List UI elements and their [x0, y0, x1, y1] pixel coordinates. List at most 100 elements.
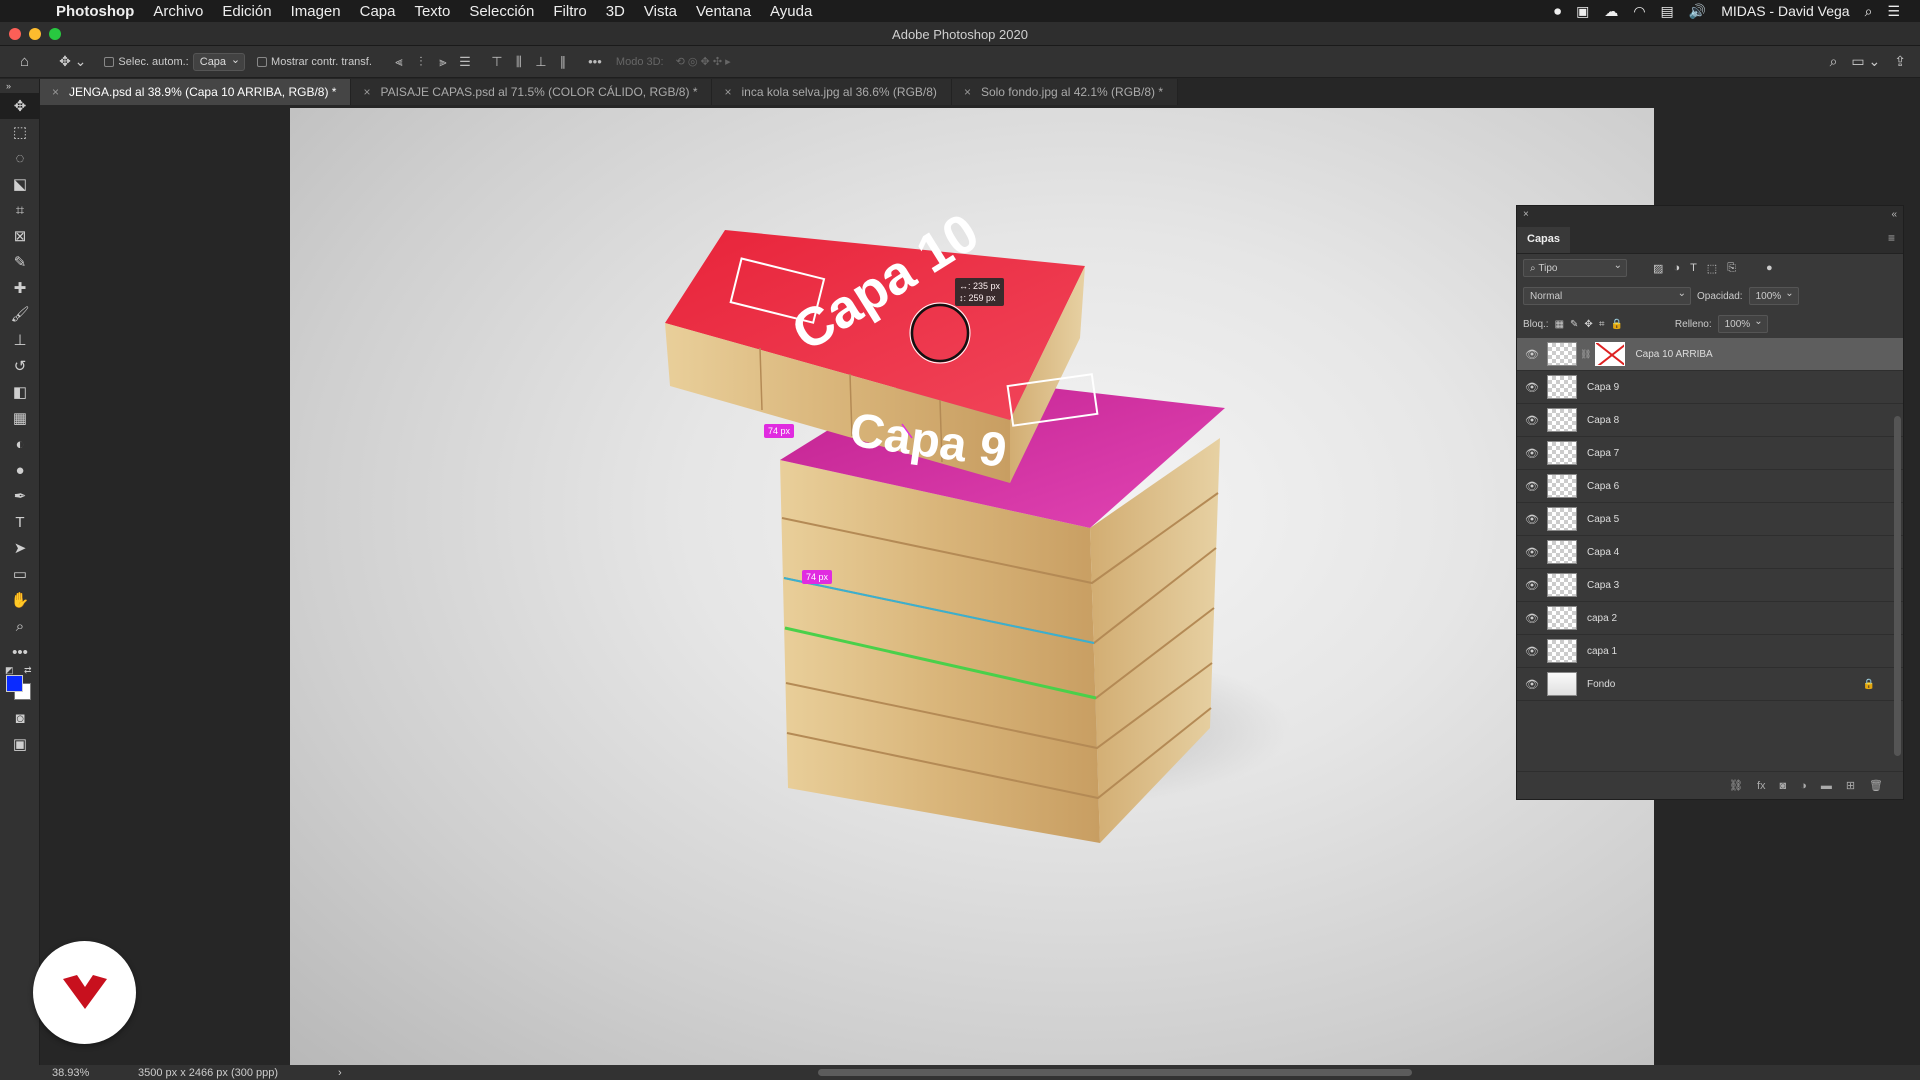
visibility-eye-icon[interactable]: 👁 — [1517, 645, 1547, 658]
hand-tool-icon[interactable]: ✋ — [0, 587, 40, 613]
type-tool-icon[interactable]: T — [0, 509, 40, 535]
menu-3d[interactable]: 3D — [606, 3, 625, 20]
layer-row-capa-9[interactable]: 👁 Capa 9 — [1517, 371, 1903, 404]
panel-collapse-icon[interactable]: « — [1891, 209, 1897, 220]
layer-row-capa-1[interactable]: 👁 capa 1 — [1517, 635, 1903, 668]
layer-row-capa-3[interactable]: 👁 Capa 3 — [1517, 569, 1903, 602]
healing-brush-icon[interactable]: ✚ — [0, 275, 40, 301]
screen-mode-icon[interactable]: ▣ — [0, 731, 40, 757]
horizontal-scrollbar[interactable] — [818, 1069, 1412, 1076]
layer-row-capa-10-arriba[interactable]: 👁 ⛓ Capa 10 ARRIBA — [1517, 338, 1903, 371]
lock-image-icon[interactable]: ✎ — [1570, 319, 1578, 330]
new-adjustment-layer-icon[interactable]: ◑ — [1800, 780, 1807, 792]
align-right-icon[interactable]: ⫸ — [434, 54, 452, 70]
panel-menu-icon[interactable]: ≡ — [1888, 231, 1895, 245]
layer-mask-thumbnail[interactable] — [1595, 342, 1626, 366]
layer-row-fondo[interactable]: 👁 Fondo 🔒 — [1517, 668, 1903, 701]
layer-row-capa-2[interactable]: 👁 capa 2 — [1517, 602, 1903, 635]
visibility-eye-icon[interactable]: 👁 — [1517, 579, 1547, 592]
spotlight-search-icon[interactable]: ⌕ — [1865, 3, 1873, 20]
align-left-icon[interactable]: ⫷ — [390, 54, 408, 70]
layers-scrollbar[interactable] — [1894, 416, 1901, 756]
menu-ventana[interactable]: Ventana — [696, 3, 751, 20]
blend-mode-dropdown[interactable]: Normal — [1523, 287, 1691, 305]
filter-shape-icon[interactable]: ⬚ — [1707, 262, 1717, 275]
zoom-level[interactable]: 38.93% — [52, 1067, 138, 1079]
tab-inca-kola[interactable]: × inca kola selva.jpg al 36.6% (RGB/8) — [712, 79, 952, 105]
close-tab-icon[interactable]: × — [363, 85, 370, 99]
marquee-tool-icon[interactable]: ⬚ — [0, 119, 40, 145]
lasso-tool-icon[interactable]: ◌ — [0, 145, 40, 171]
record-icon[interactable]: ⏺ — [1554, 3, 1561, 20]
show-transform-checkbox[interactable] — [257, 56, 268, 67]
status-menu-arrow-icon[interactable]: › — [338, 1067, 342, 1079]
lock-all-icon[interactable]: 🔒 — [1610, 319, 1622, 330]
menu-imagen[interactable]: Imagen — [291, 3, 341, 20]
lock-position-icon[interactable]: ✥ — [1584, 319, 1592, 330]
dodge-tool-icon[interactable]: ● — [0, 457, 40, 483]
delete-layer-icon[interactable]: 🗑 — [1869, 779, 1883, 792]
visibility-eye-icon[interactable]: 👁 — [1517, 348, 1547, 361]
visibility-eye-icon[interactable]: 👁 — [1517, 381, 1547, 394]
align-bottom-icon[interactable]: ⊥ — [532, 54, 550, 70]
creative-cloud-icon[interactable]: ☁ — [1604, 3, 1618, 20]
close-tab-icon[interactable]: × — [964, 85, 971, 99]
volume-icon[interactable]: 🔊 — [1689, 3, 1706, 20]
collapse-icon[interactable]: » — [0, 79, 40, 93]
foreground-color[interactable] — [6, 675, 23, 692]
align-center-h-icon[interactable]: ⫶ — [412, 54, 430, 70]
menu-seleccion[interactable]: Selección — [469, 3, 534, 20]
menu-filtro[interactable]: Filtro — [553, 3, 586, 20]
menu-archivo[interactable]: Archivo — [153, 3, 203, 20]
path-selection-icon[interactable]: ➤ — [0, 535, 40, 561]
flag-icon[interactable]: ▤ — [1661, 3, 1674, 20]
menu-app-photoshop[interactable]: Photoshop — [56, 3, 134, 20]
frame-tool-icon[interactable]: ⊠ — [0, 223, 40, 249]
visibility-eye-icon[interactable]: 👁 — [1517, 612, 1547, 625]
menu-capa[interactable]: Capa — [360, 3, 396, 20]
layer-row-capa-5[interactable]: 👁 Capa 5 — [1517, 503, 1903, 536]
filter-toggle-icon[interactable]: ● — [1766, 262, 1773, 275]
visibility-eye-icon[interactable]: 👁 — [1517, 678, 1547, 691]
new-layer-icon[interactable]: ⊞ — [1846, 779, 1855, 792]
filter-kind-dropdown[interactable]: ⌕ Tipo — [1523, 259, 1627, 277]
fill-input[interactable]: 100% — [1717, 315, 1768, 333]
eyedropper-icon[interactable]: ✎ — [0, 249, 40, 275]
visibility-eye-icon[interactable]: 👁 — [1517, 414, 1547, 427]
tab-capas[interactable]: Capas — [1517, 227, 1571, 253]
visibility-eye-icon[interactable]: 👁 — [1517, 513, 1547, 526]
zoom-tool-icon[interactable]: ⌕ — [0, 613, 40, 639]
quick-mask-icon[interactable]: ◙ — [0, 705, 40, 731]
eraser-tool-icon[interactable]: ◧ — [0, 379, 40, 405]
close-tab-icon[interactable]: × — [52, 85, 59, 99]
workspace-icon[interactable]: ▭ ⌄ — [1851, 53, 1880, 70]
home-icon[interactable]: ⌂ — [20, 53, 29, 70]
filter-adjustment-icon[interactable]: ◑ — [1673, 262, 1680, 275]
layer-row-capa-7[interactable]: 👁 Capa 7 — [1517, 437, 1903, 470]
color-swatches[interactable]: ◩ ⇄ — [0, 665, 39, 705]
move-tool-icon[interactable]: ✥ — [0, 93, 40, 119]
swap-colors-icon[interactable]: ⇄ — [24, 665, 32, 676]
menu-edicion[interactable]: Edición — [222, 3, 271, 20]
filter-type-icon[interactable]: T — [1690, 262, 1697, 275]
lock-transparent-icon[interactable]: ▦ — [1555, 319, 1564, 330]
panel-close-icon[interactable]: × — [1523, 209, 1529, 220]
history-brush-icon[interactable]: ↺ — [0, 353, 40, 379]
layer-style-fx-icon[interactable]: fx — [1757, 780, 1766, 792]
mask-link-icon[interactable]: ⛓ — [1580, 349, 1591, 360]
brush-tool-icon[interactable]: 🖌 — [0, 301, 40, 327]
visibility-eye-icon[interactable]: 👁 — [1517, 447, 1547, 460]
layer-row-capa-4[interactable]: 👁 Capa 4 — [1517, 536, 1903, 569]
rectangle-tool-icon[interactable]: ▭ — [0, 561, 40, 587]
tab-solo-fondo[interactable]: × Solo fondo.jpg al 42.1% (RGB/8) * — [951, 79, 1179, 105]
menu-texto[interactable]: Texto — [414, 3, 450, 20]
user-name[interactable]: MIDAS - David Vega — [1721, 3, 1849, 19]
filter-pixel-icon[interactable]: ▨ — [1653, 262, 1663, 275]
layer-row-capa-6[interactable]: 👁 Capa 6 — [1517, 470, 1903, 503]
wifi-icon[interactable]: ◠ — [1633, 3, 1645, 20]
more-options-icon[interactable]: ••• — [586, 54, 604, 69]
add-mask-icon[interactable]: ◙ — [1780, 780, 1787, 792]
image-canvas[interactable]: Capa 10 Capa 9 ↔: 235 px ↕: 259 px 74 px… — [290, 108, 1654, 1065]
gradient-tool-icon[interactable]: ▦ — [0, 405, 40, 431]
clone-stamp-icon[interactable]: ⊥ — [0, 327, 40, 353]
